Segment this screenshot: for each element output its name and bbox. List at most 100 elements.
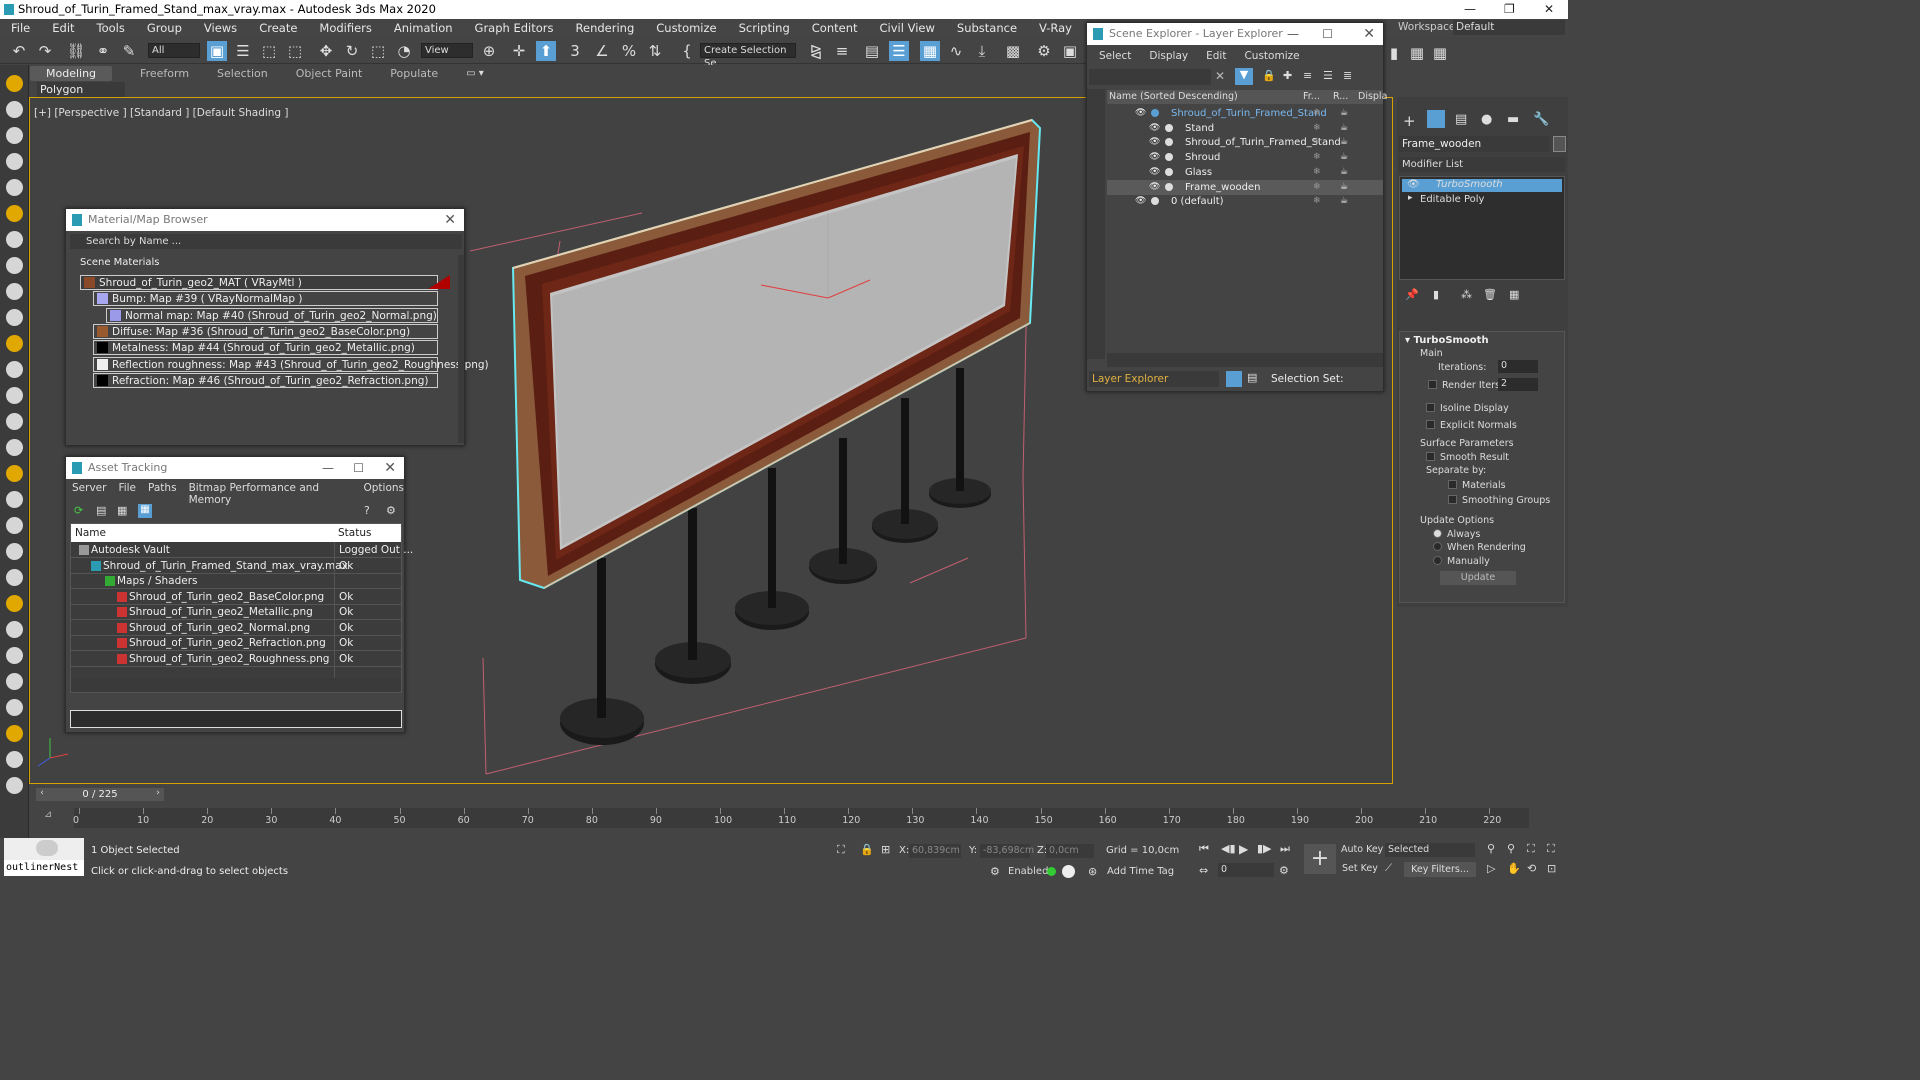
- scene-tree-item[interactable]: 👁 Frame_wooden ❄ ☕: [1107, 179, 1383, 195]
- menu-content[interactable]: Content: [801, 21, 869, 35]
- column-render[interactable]: R...: [1333, 90, 1348, 104]
- bind-spacewarp-icon[interactable]: ✎: [119, 41, 139, 61]
- set-key-plus-icon[interactable]: +: [1304, 844, 1336, 874]
- orbit-icon[interactable]: ⟲: [1527, 862, 1536, 875]
- render-teapot-icon[interactable]: ☕: [1340, 135, 1348, 150]
- minimize-icon[interactable]: —: [1287, 23, 1299, 45]
- pin-stack-icon[interactable]: 📌: [1405, 288, 1419, 301]
- spacewarp-tool-icon[interactable]: [6, 231, 23, 248]
- vray-icon[interactable]: ▮: [1384, 43, 1404, 63]
- se-menu-1[interactable]: Display: [1149, 50, 1188, 62]
- lattice-tool-icon[interactable]: [6, 491, 23, 508]
- material-item[interactable]: Reflection roughness: Map #43 (Shroud_of…: [93, 356, 489, 372]
- minimize-icon[interactable]: —: [1464, 0, 1476, 19]
- scene-search-input[interactable]: [1089, 69, 1211, 85]
- se-menu-2[interactable]: Edit: [1206, 50, 1226, 62]
- torus-tool-icon[interactable]: [6, 361, 23, 378]
- tag-icon[interactable]: ⊛: [1088, 865, 1097, 878]
- taper-tool-icon[interactable]: [6, 413, 23, 430]
- layer-tool-icon[interactable]: [6, 751, 23, 768]
- add-time-tag[interactable]: Add Time Tag: [1107, 866, 1174, 877]
- pivot-center-icon[interactable]: ⊕: [479, 41, 499, 61]
- vray-tool-icon[interactable]: [6, 647, 23, 664]
- render-teapot-icon[interactable]: ☕: [1340, 194, 1348, 209]
- close-icon[interactable]: ✕: [384, 457, 396, 479]
- isoline-display-checkbox[interactable]: Isoline Display: [1426, 403, 1509, 414]
- create-tab-icon[interactable]: +: [1403, 112, 1416, 130]
- table-row[interactable]: Shroud_of_Turin_geo2_Roughness.png Ok: [71, 652, 401, 667]
- zoom-icon[interactable]: ⚲: [1487, 842, 1495, 855]
- angle-snap-icon[interactable]: ∠: [592, 41, 612, 61]
- workspace-folder-icon[interactable]: ▦: [1430, 43, 1450, 63]
- ribbon-options-icon[interactable]: ▭ ▾: [466, 68, 484, 79]
- render-teapot-icon[interactable]: ☕: [1340, 106, 1348, 121]
- teapot-tool-icon[interactable]: [6, 335, 23, 352]
- viewport-label[interactable]: [+] [Perspective ] [Standard ] [Default …: [34, 107, 289, 119]
- table-row[interactable]: Autodesk Vault Logged Out ...: [71, 543, 413, 558]
- undo-icon[interactable]: ↶: [9, 41, 29, 61]
- utilities-tab-icon[interactable]: 🔧: [1533, 112, 1549, 127]
- freeze-icon[interactable]: ❄: [1313, 165, 1321, 180]
- play-icon[interactable]: ▶: [1239, 842, 1248, 856]
- menu-customize[interactable]: Customize: [645, 21, 727, 35]
- hierarchy-icon[interactable]: ☰: [1323, 69, 1333, 82]
- sphere-tool-icon[interactable]: [6, 309, 23, 326]
- always-radio[interactable]: Always: [1433, 529, 1480, 540]
- move-icon[interactable]: ✥: [316, 41, 336, 61]
- object-color-swatch[interactable]: [1553, 136, 1566, 152]
- menu-animation[interactable]: Animation: [383, 21, 464, 35]
- menu-group[interactable]: Group: [136, 21, 193, 35]
- shade-tool-icon[interactable]: [6, 725, 23, 742]
- spinner-snap-icon[interactable]: ⇅: [645, 41, 665, 61]
- next-key-icon[interactable]: ▮▶: [1257, 842, 1272, 855]
- lock-icon[interactable]: 🔒: [1262, 69, 1276, 82]
- motion-tab-icon[interactable]: ●: [1481, 112, 1492, 127]
- asset-path-field[interactable]: [70, 710, 402, 728]
- scene-tree-item[interactable]: 👁 Shroud_of_Turin_Framed_Stand ❄ ☕: [1107, 106, 1383, 121]
- visibility-eye-icon[interactable]: 👁: [1149, 165, 1160, 180]
- selection-filter[interactable]: All: [148, 43, 200, 58]
- geometry-tool-icon[interactable]: [6, 283, 23, 300]
- se-menu-3[interactable]: Customize: [1244, 50, 1299, 62]
- material-item[interactable]: Diffuse: Map #36 (Shroud_of_Turin_geo2_B…: [93, 323, 438, 339]
- isolate-selection-icon[interactable]: ⛶: [837, 843, 845, 857]
- select-object-icon[interactable]: ▣: [207, 41, 227, 61]
- auto-key-button[interactable]: Auto Key: [1341, 844, 1383, 855]
- at-menu-3[interactable]: Bitmap Performance and Memory: [189, 482, 352, 506]
- rotate-icon[interactable]: ↻: [342, 41, 362, 61]
- y-coordinate[interactable]: -83,698cm: [980, 844, 1034, 858]
- light-tool-icon[interactable]: [6, 153, 23, 170]
- z-coordinate[interactable]: 0,0cm: [1046, 844, 1094, 858]
- render-frame-icon[interactable]: ▣: [1060, 41, 1080, 61]
- menu-rendering[interactable]: Rendering: [565, 21, 646, 35]
- freeze-icon[interactable]: ❄: [1313, 180, 1321, 195]
- close-icon[interactable]: ✕: [444, 209, 456, 231]
- script-input[interactable]: outlinerNest: [4, 860, 84, 876]
- ribbon-tab-selection[interactable]: Selection: [217, 67, 268, 80]
- material-item[interactable]: Bump: Map #39 ( VRayNormalMap ): [93, 291, 438, 307]
- render-teapot-icon[interactable]: ☕: [1340, 150, 1348, 165]
- render-iters-spinner[interactable]: 2: [1498, 378, 1538, 391]
- menu-tools[interactable]: Tools: [86, 21, 136, 35]
- table-row[interactable]: Shroud_of_Turin_Framed_Stand_max_vray.ma…: [71, 559, 401, 574]
- pan-icon[interactable]: ✋: [1507, 862, 1521, 875]
- stack-editable-poly[interactable]: Editable Poly: [1402, 194, 1562, 207]
- adaptive-degradation-icon[interactable]: ⚙: [990, 865, 1000, 878]
- scene-tree-item[interactable]: 👁 Shroud ❄ ☕: [1107, 150, 1383, 165]
- time-config-icon[interactable]: ⚙: [1279, 864, 1289, 877]
- noise-tool-icon[interactable]: [6, 439, 23, 456]
- close-icon[interactable]: ✕: [1363, 23, 1375, 45]
- iterations-spinner[interactable]: 0: [1498, 360, 1538, 373]
- window-crossing-icon[interactable]: ⬚: [285, 41, 305, 61]
- at-menu-1[interactable]: File: [118, 482, 136, 506]
- schematic-view-icon[interactable]: ⤓: [972, 41, 992, 61]
- named-selection-set[interactable]: Create Selection Se: [700, 43, 796, 69]
- column-freeze[interactable]: Fr...: [1303, 90, 1320, 104]
- scene-tree-item[interactable]: 👁 Stand ❄ ☕: [1107, 121, 1383, 136]
- configure-sets-icon[interactable]: ▦: [1509, 288, 1519, 301]
- materials-checkbox[interactable]: Materials: [1448, 480, 1506, 491]
- menu-graph-editors[interactable]: Graph Editors: [464, 21, 565, 35]
- hair-tool-icon[interactable]: [6, 569, 23, 586]
- time-slider[interactable]: 0 / 225: [48, 788, 152, 801]
- scene-tree-item[interactable]: 👁 Glass ❄ ☕: [1107, 165, 1383, 180]
